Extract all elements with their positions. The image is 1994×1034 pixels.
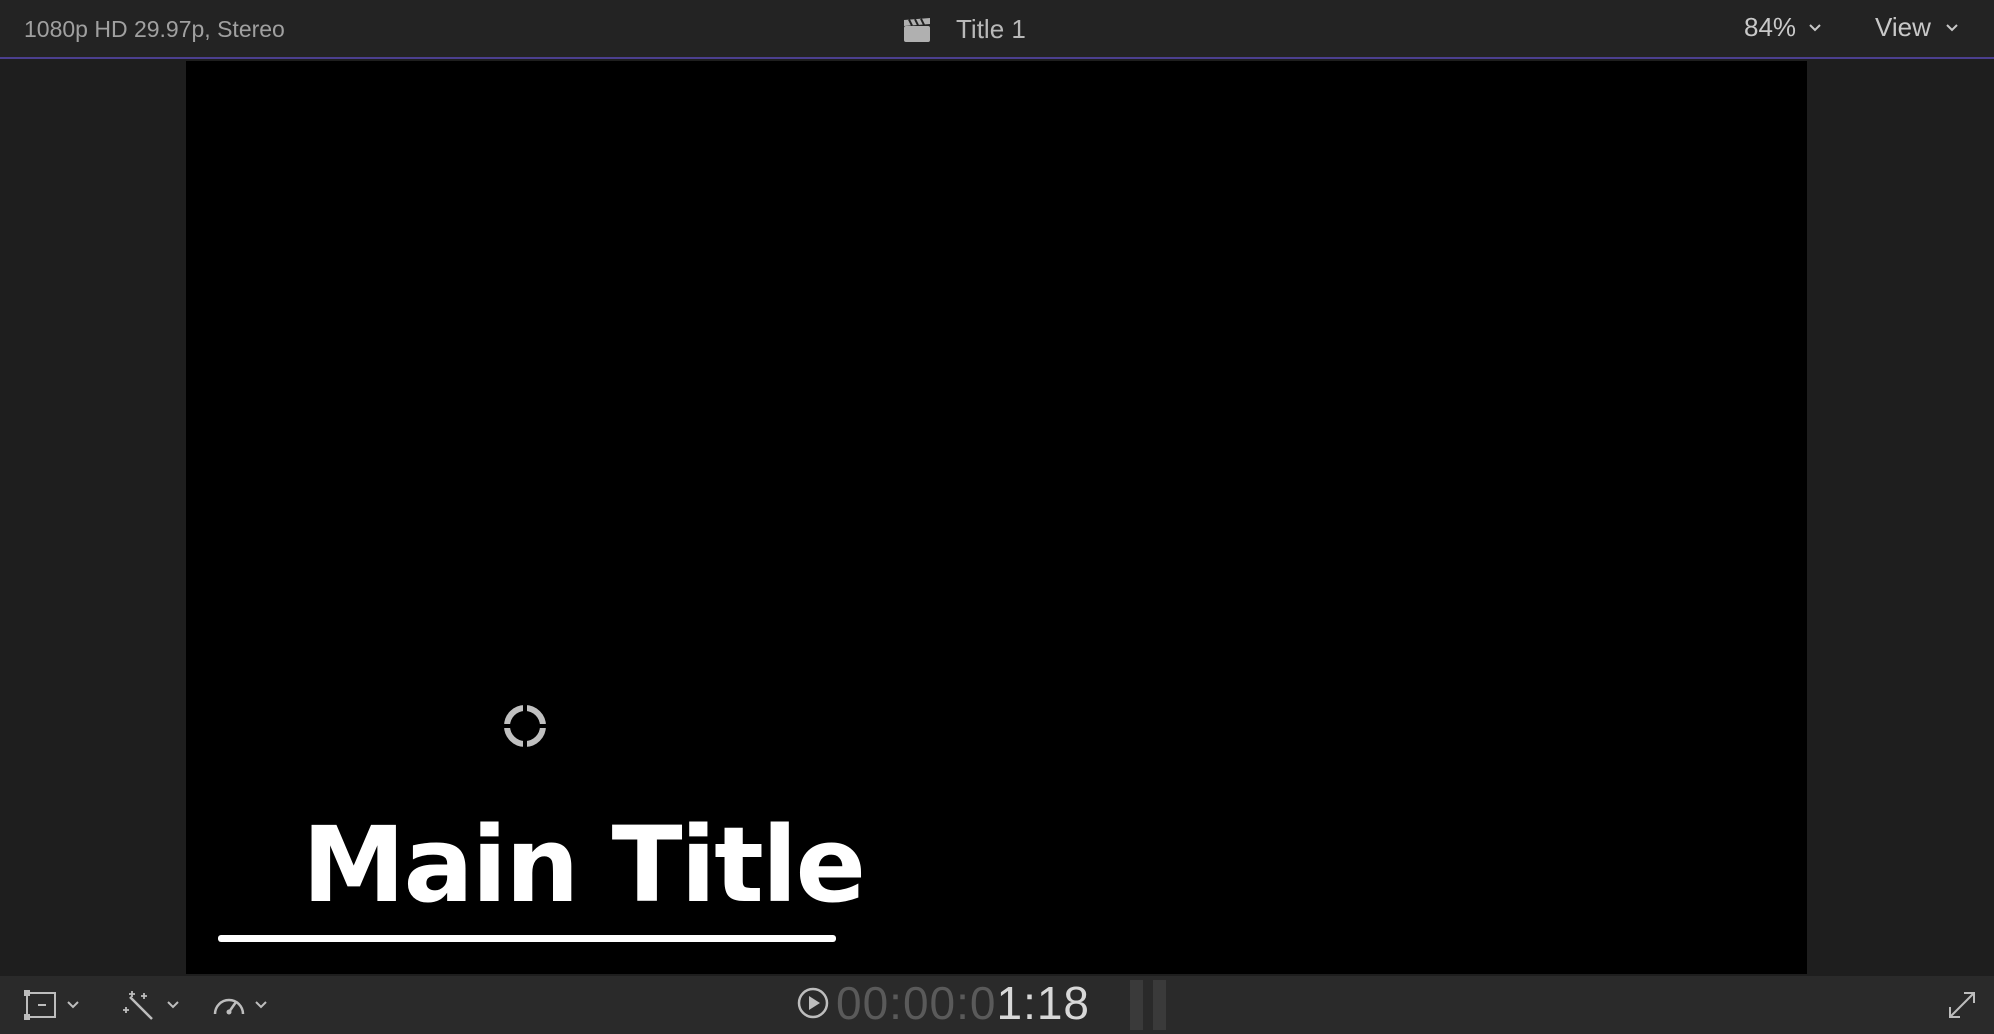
chevron-down-icon [255, 1001, 267, 1009]
viewer-footer: 00:00:01:18 [0, 976, 1994, 1034]
play-icon[interactable] [796, 986, 830, 1020]
timecode-dim-part: 00:00:0 [836, 977, 997, 1029]
viewer-canvas[interactable]: Main Title [186, 61, 1807, 974]
timecode-value: 00:00:01:18 [836, 980, 1090, 1026]
format-info: 1080p HD 29.97p, Stereo [24, 16, 285, 42]
viewer: 1080p HD 29.97p, Stereo Title 1 84% View [0, 0, 1994, 1034]
timecode-lit-part: 1:18 [996, 977, 1091, 1029]
view-label: View [1875, 12, 1931, 42]
retime-speedometer-icon [213, 998, 245, 1015]
zoom-value: 84% [1744, 12, 1797, 42]
enhance-tool-button[interactable] [122, 986, 180, 1024]
fullscreen-icon[interactable] [1946, 989, 1978, 1021]
transform-tool-button[interactable] [24, 986, 80, 1024]
chevron-down-icon [1809, 23, 1821, 31]
audio-meter-left [1130, 980, 1143, 1030]
chevron-down-icon [167, 1001, 179, 1009]
transform-icon [24, 990, 56, 1020]
clip-title: Title 1 [956, 14, 1026, 44]
timecode-display[interactable]: 00:00:01:18 [796, 980, 1090, 1026]
clip-title-group: Title 1 [902, 14, 1026, 45]
audio-meter-right [1153, 980, 1166, 1030]
chevron-down-icon [67, 1001, 79, 1009]
audio-meters[interactable] [1130, 980, 1166, 1030]
title-underline [218, 935, 836, 942]
retime-tool-button[interactable] [212, 986, 268, 1024]
clapperboard-icon [904, 17, 930, 42]
viewer-header: 1080p HD 29.97p, Stereo Title 1 84% View [0, 0, 1994, 59]
chevron-down-icon [1946, 23, 1958, 31]
main-title-text[interactable]: Main Title [302, 813, 866, 917]
enhance-wand-icon [123, 991, 153, 1020]
zoom-dropdown[interactable]: 84% [1744, 12, 1822, 43]
position-onscreen-control-icon[interactable] [502, 703, 548, 749]
view-menu-button[interactable]: View [1875, 12, 1959, 43]
